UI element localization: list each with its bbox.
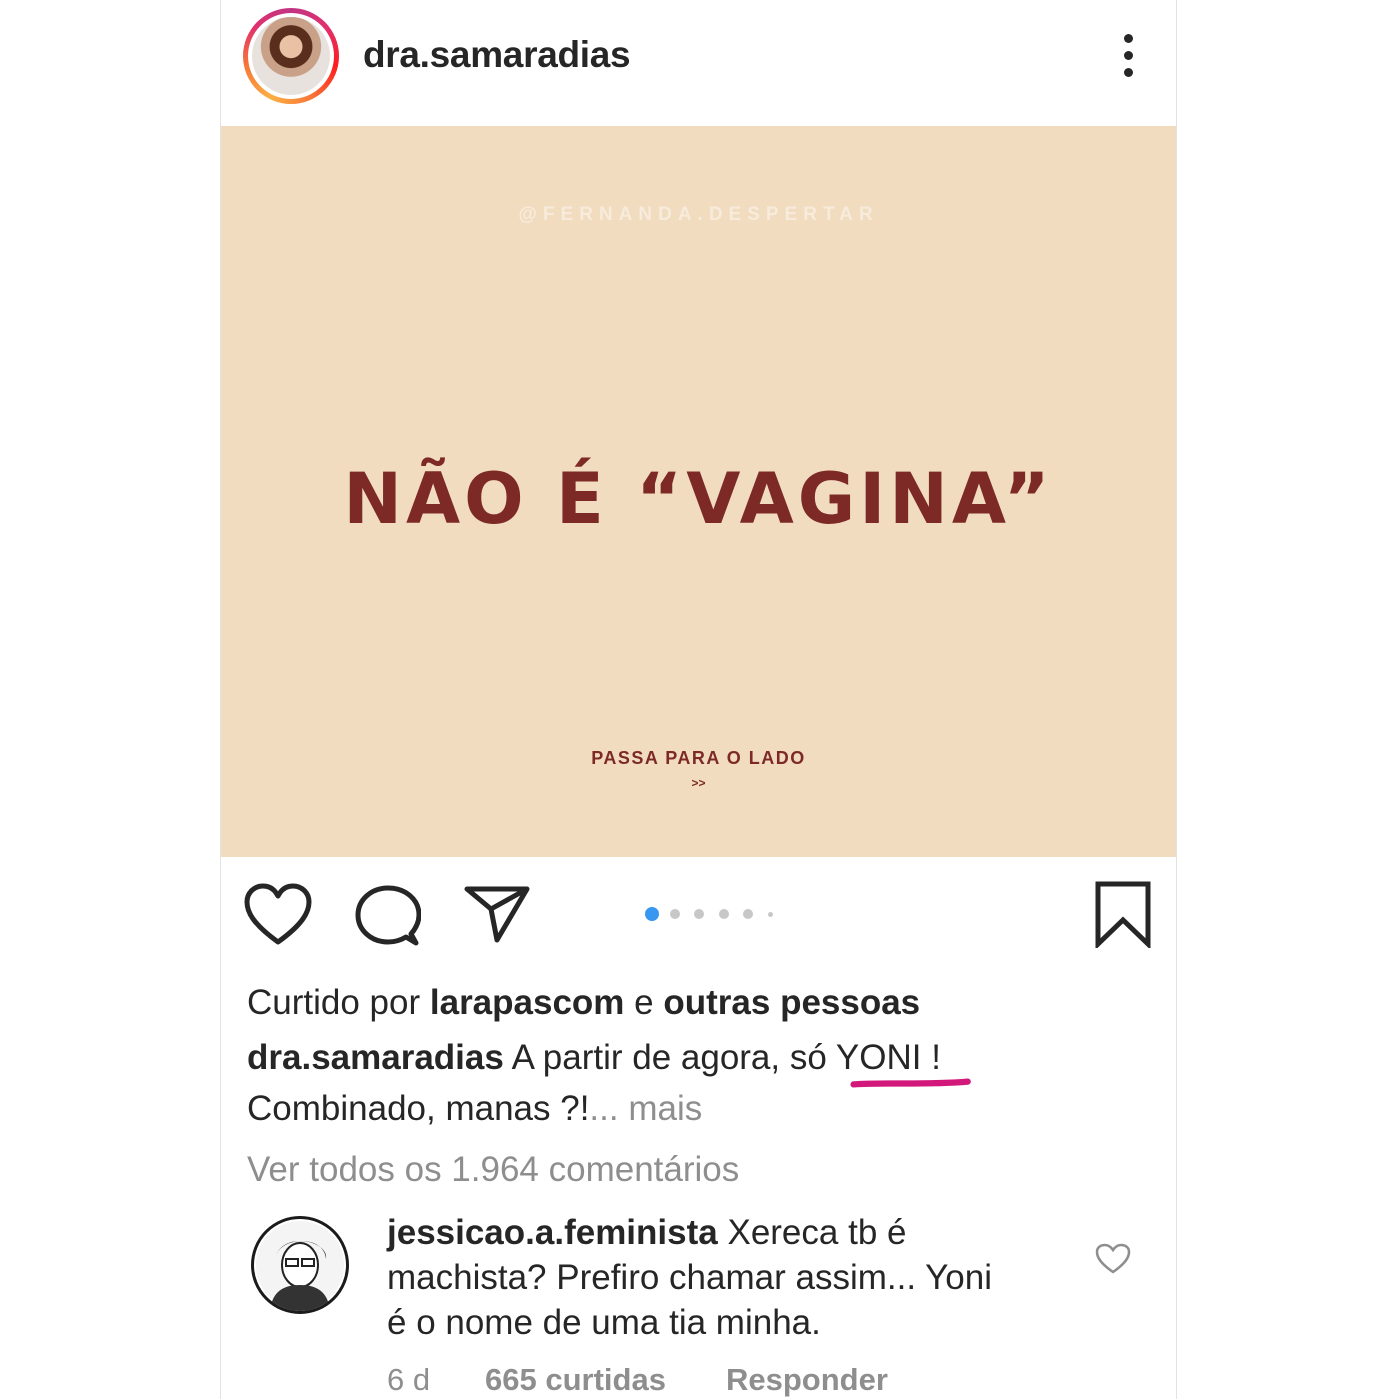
caption-text-2: Combinado, manas ?! [247,1089,590,1128]
likes-prefix: Curtido por [247,983,421,1022]
author-avatar-photo [252,17,330,95]
author-avatar[interactable] [243,8,339,104]
carousel-dot [767,912,773,917]
post-header: dra.samaradias [221,0,1176,124]
carousel-dot [743,909,753,919]
comment-age: 6 d [387,1362,431,1397]
paper-plane-icon[interactable] [463,884,531,944]
comment-author-link[interactable]: jessicao.a.feminista [387,1213,718,1252]
caption-line-1: dra.samaradias A partir de agora, só YON… [247,1038,941,1078]
comment-likes-link[interactable]: 665 curtidas [485,1362,666,1398]
caption-author-link[interactable]: dra.samaradias [247,1038,504,1077]
comment-text-2: machista? Prefiro chamar assim... Yoni [387,1258,992,1297]
image-watermark: @FERNANDA.DESPERTAR [518,204,879,225]
caption-highlight: só YONI ! [789,1038,941,1077]
likes-others-link[interactable]: outras pessoas [663,983,920,1022]
instagram-post: dra.samaradias @FERNANDA.DESPERTAR NÃO É… [220,0,1177,1399]
likes-user-link[interactable]: larapascom [430,983,625,1022]
likes-summary: Curtido por larapascom e outras pessoas [247,983,920,1023]
action-bar [221,870,1176,960]
image-swipe-arrows: >> [691,776,706,790]
comment-reply-button[interactable]: Responder [726,1362,888,1398]
more-vertical-icon[interactable] [1111,30,1147,82]
comment-text-1: Xereca tb é [727,1213,907,1252]
image-swipe-hint: PASSA PARA O LADO [591,748,806,768]
carousel-dot [669,909,680,919]
highlight-underline-mark [850,1078,971,1088]
comment-line-1: jessicao.a.feminista Xereca tb é [387,1213,906,1253]
post-image[interactable]: @FERNANDA.DESPERTAR NÃO É “VAGINA” PASSA… [221,126,1176,857]
heart-icon[interactable] [243,882,313,948]
caption-more-link[interactable]: ... mais [589,1089,702,1128]
small-heart-icon[interactable] [1095,1243,1131,1275]
caption-line-2: Combinado, manas ?!... mais [247,1089,702,1129]
carousel-dot [718,909,729,919]
image-headline: NÃO É “VAGINA” [343,458,1054,540]
view-all-comments-link[interactable]: Ver todos os 1.964 comentários [247,1150,739,1190]
bookmark-icon[interactable] [1093,880,1153,948]
commenter-avatar[interactable] [251,1216,349,1314]
commenter-avatar-drawing [256,1221,344,1311]
carousel-dot [645,907,659,921]
likes-conjunction: e [634,983,654,1022]
comment-bubble-icon[interactable] [355,884,421,948]
caption-text: A partir de agora, [511,1038,781,1077]
carousel-dot [694,909,704,919]
author-username[interactable]: dra.samaradias [363,34,631,76]
comment-text-3: é o nome de uma tia minha. [387,1303,821,1342]
